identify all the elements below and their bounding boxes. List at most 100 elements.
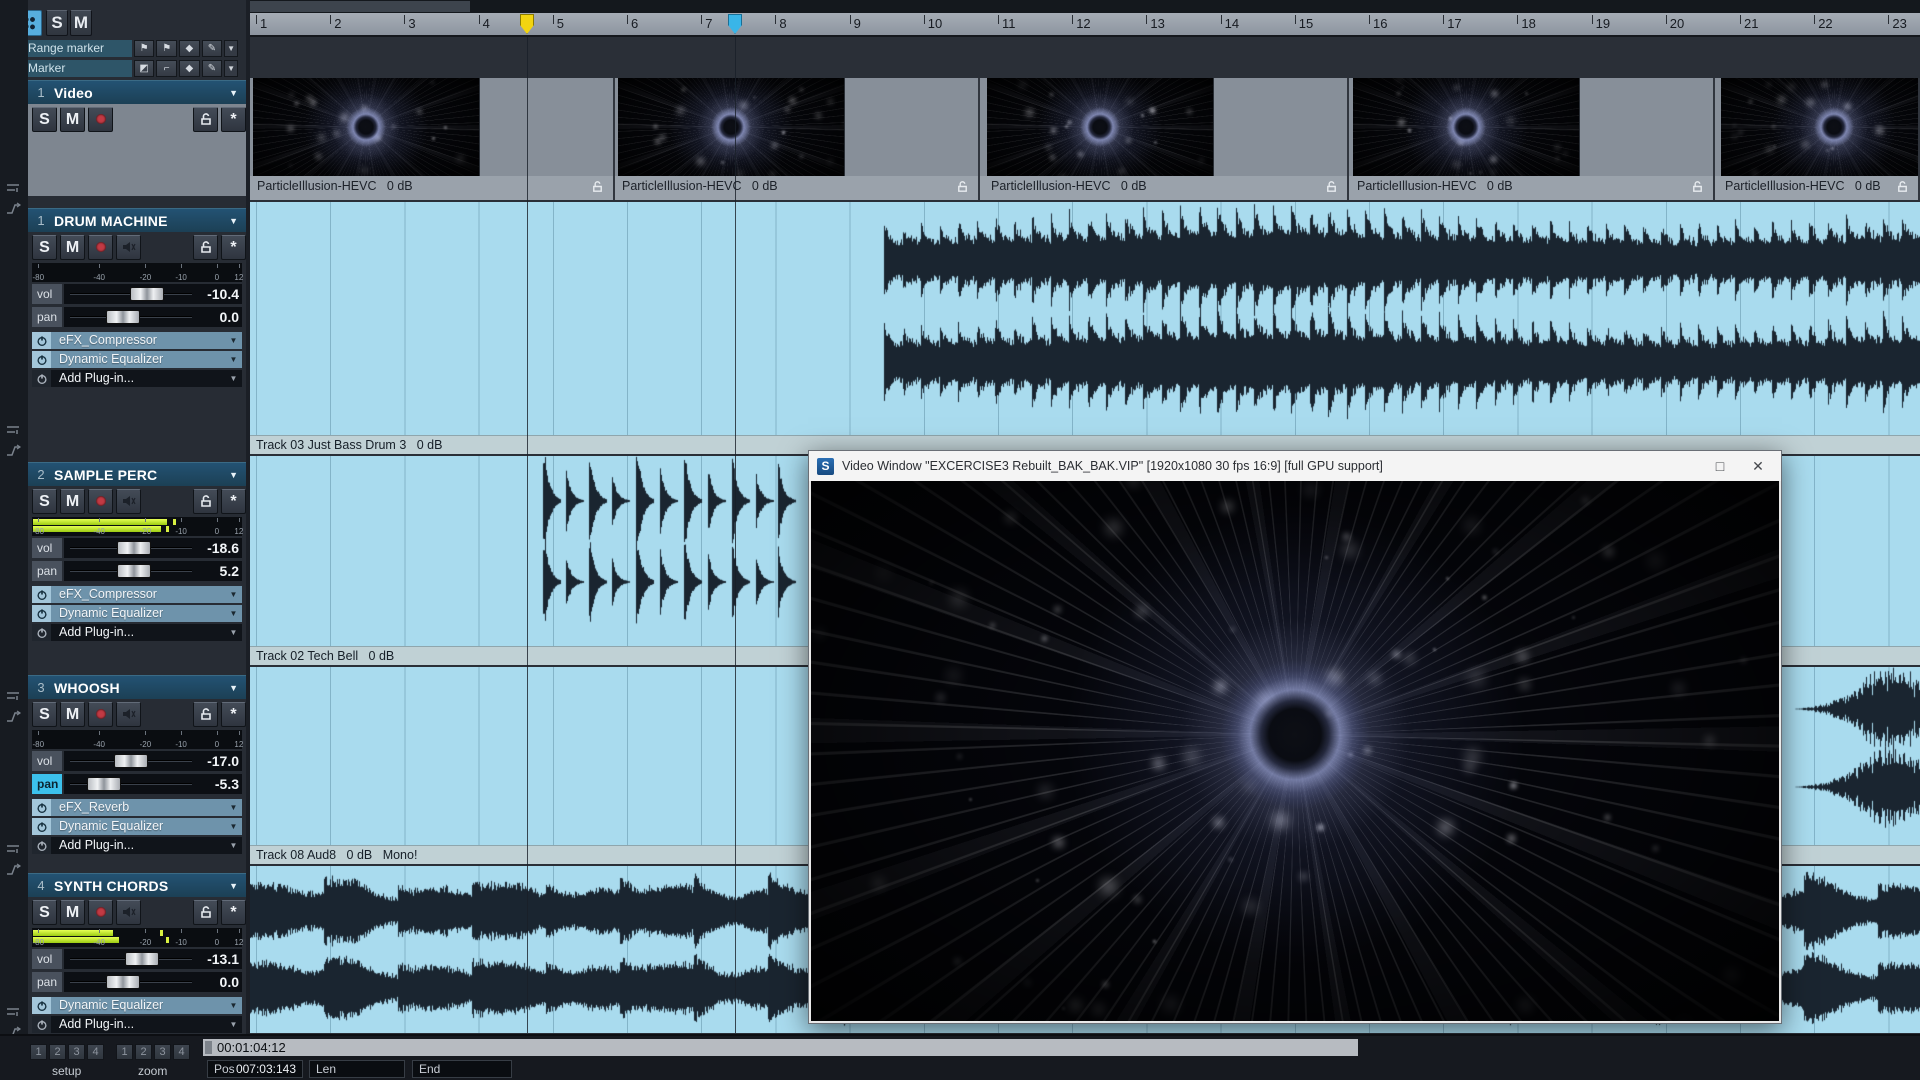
plugin-slot[interactable]: eFX_Compressor ▼ bbox=[32, 332, 242, 349]
volume-slider-handle[interactable] bbox=[117, 541, 151, 555]
volume-slider[interactable] bbox=[64, 751, 198, 771]
preset-button-2[interactable]: 2 bbox=[49, 1044, 66, 1060]
global-mute-button[interactable]: M bbox=[70, 10, 92, 36]
track-dropdown-icon[interactable]: ▼ bbox=[229, 683, 246, 693]
track-flow-icon[interactable] bbox=[6, 710, 22, 724]
volume-slider[interactable] bbox=[64, 949, 198, 969]
record-button[interactable] bbox=[88, 702, 113, 727]
volume-slider[interactable] bbox=[64, 538, 198, 558]
clip-lock-icon[interactable] bbox=[1325, 179, 1339, 195]
plugin-dropdown-icon[interactable]: ▼ bbox=[225, 818, 242, 835]
preset-button-3[interactable]: 3 bbox=[68, 1044, 85, 1060]
volume-slider-handle[interactable] bbox=[125, 952, 159, 966]
plugin-slot[interactable]: eFX_Reverb ▼ bbox=[32, 799, 242, 816]
record-button[interactable] bbox=[88, 489, 113, 514]
pan-slider-handle[interactable] bbox=[106, 975, 140, 989]
track-dropdown-icon[interactable]: ▼ bbox=[229, 470, 246, 480]
plugin-dropdown-icon[interactable]: ▼ bbox=[225, 837, 242, 854]
lock-button[interactable] bbox=[193, 900, 218, 925]
preset-button-4[interactable]: 4 bbox=[173, 1044, 190, 1060]
length-field[interactable]: Len bbox=[309, 1060, 405, 1078]
track-title-bar[interactable]: 4 SYNTH CHORDS ▼ bbox=[28, 873, 246, 897]
plugin-power-icon[interactable] bbox=[32, 799, 51, 816]
video-clip[interactable]: ParticleIllusion-HEVC 0 dB bbox=[618, 78, 980, 200]
track-title-bar[interactable]: 2 SAMPLE PERC ▼ bbox=[28, 462, 246, 486]
track-dropdown-icon[interactable]: ▼ bbox=[229, 216, 246, 226]
marker-dropdown-icon[interactable]: ▼ bbox=[224, 60, 238, 77]
plugin-slot[interactable]: Add Plug-in... ▼ bbox=[32, 1016, 242, 1033]
fx-star-button[interactable]: * bbox=[221, 235, 246, 260]
preset-button-1[interactable]: 1 bbox=[30, 1044, 47, 1060]
pan-slider-handle[interactable] bbox=[117, 564, 151, 578]
video-track-title-bar[interactable]: 1 Video ▼ bbox=[28, 80, 246, 104]
lock-button[interactable] bbox=[193, 107, 218, 132]
plugin-power-icon[interactable] bbox=[32, 1016, 51, 1033]
mute-button[interactable]: M bbox=[60, 235, 85, 260]
lock-button[interactable] bbox=[193, 235, 218, 260]
volume-slider[interactable] bbox=[64, 284, 198, 304]
video-clip[interactable]: ParticleIllusion-HEVC 0 dB bbox=[253, 78, 615, 200]
plugin-dropdown-icon[interactable]: ▼ bbox=[225, 351, 242, 368]
solo-button[interactable]: S bbox=[32, 702, 57, 727]
plugin-slot[interactable]: Dynamic Equalizer ▼ bbox=[32, 818, 242, 835]
range-marker-icon-2[interactable]: ⚑ bbox=[156, 40, 177, 57]
track-flow-icon[interactable] bbox=[6, 202, 22, 216]
marker-label[interactable]: Marker bbox=[22, 60, 132, 77]
plugin-dropdown-icon[interactable]: ▼ bbox=[225, 997, 242, 1014]
plugin-dropdown-icon[interactable]: ▼ bbox=[225, 586, 242, 603]
plugin-power-icon[interactable] bbox=[32, 837, 51, 854]
monitor-button[interactable] bbox=[116, 900, 141, 925]
track-dropdown-icon[interactable]: ▼ bbox=[229, 881, 246, 891]
marker-icon-4[interactable]: ✎ bbox=[202, 60, 223, 77]
playhead-line-cyan[interactable] bbox=[735, 37, 736, 1033]
mute-button[interactable]: M bbox=[60, 489, 85, 514]
volume-slider-handle[interactable] bbox=[114, 754, 148, 768]
fx-star-button[interactable]: * bbox=[221, 107, 246, 132]
timeline-ruler[interactable]: # ▼ 123456789101112131415161718192021222… bbox=[250, 13, 1920, 37]
video-lane[interactable]: ParticleIllusion-HEVC 0 dB ParticleIllus… bbox=[250, 78, 1920, 200]
position-field[interactable]: Pos 007:03:143 bbox=[207, 1060, 303, 1078]
plugin-power-icon[interactable] bbox=[32, 605, 51, 622]
solo-button[interactable]: S bbox=[32, 900, 57, 925]
lock-button[interactable] bbox=[193, 489, 218, 514]
solo-button[interactable]: S bbox=[32, 235, 57, 260]
plugin-power-icon[interactable] bbox=[32, 332, 51, 349]
track-title-bar[interactable]: 1 DRUM MACHINE ▼ bbox=[28, 208, 246, 232]
preset-button-3[interactable]: 3 bbox=[154, 1044, 171, 1060]
marker-icon-3[interactable]: ◆ bbox=[179, 60, 200, 77]
timeline-scrollbar[interactable]: 00:01:04:12 bbox=[203, 1039, 1358, 1056]
video-window-title-bar[interactable]: S Video Window "EXCERCISE3 Rebuilt_BAK_B… bbox=[809, 451, 1781, 481]
plugin-power-icon[interactable] bbox=[32, 370, 51, 387]
preset-button-2[interactable]: 2 bbox=[135, 1044, 152, 1060]
range-marker-icon-1[interactable]: ⚑ bbox=[134, 40, 155, 57]
clip-lock-icon[interactable] bbox=[1896, 179, 1910, 195]
plugin-slot[interactable]: Add Plug-in... ▼ bbox=[32, 837, 242, 854]
monitor-button[interactable] bbox=[116, 489, 141, 514]
plugin-slot[interactable]: Add Plug-in... ▼ bbox=[32, 624, 242, 641]
end-field[interactable]: End bbox=[412, 1060, 512, 1078]
plugin-slot[interactable]: Dynamic Equalizer ▼ bbox=[32, 997, 242, 1014]
mute-button[interactable]: M bbox=[60, 107, 85, 132]
playhead-line-yellow[interactable] bbox=[527, 37, 528, 1033]
plugin-dropdown-icon[interactable]: ▼ bbox=[225, 332, 242, 349]
monitor-button[interactable] bbox=[116, 702, 141, 727]
track-link-icon[interactable] bbox=[6, 1006, 22, 1020]
marker-icon-2[interactable]: ⌐ bbox=[156, 60, 177, 77]
record-button[interactable] bbox=[88, 235, 113, 260]
solo-button[interactable]: S bbox=[32, 107, 57, 132]
track-flow-icon[interactable] bbox=[6, 444, 22, 458]
range-marker-icon-3[interactable]: ◆ bbox=[179, 40, 200, 57]
track-link-icon[interactable] bbox=[6, 424, 22, 438]
track-link-icon[interactable] bbox=[6, 182, 22, 196]
plugin-slot[interactable]: Add Plug-in... ▼ bbox=[32, 370, 242, 387]
fx-star-button[interactable]: * bbox=[221, 489, 246, 514]
video-clip[interactable]: ParticleIllusion-HEVC 0 dB bbox=[1721, 78, 1920, 200]
video-clip[interactable]: ParticleIllusion-HEVC 0 dB bbox=[987, 78, 1349, 200]
plugin-slot[interactable]: eFX_Compressor ▼ bbox=[32, 586, 242, 603]
pan-slider-handle[interactable] bbox=[87, 777, 121, 791]
pan-slider[interactable] bbox=[64, 972, 198, 992]
plugin-slot[interactable]: Dynamic Equalizer ▼ bbox=[32, 351, 242, 368]
mute-button[interactable]: M bbox=[60, 900, 85, 925]
video-clip[interactable]: ParticleIllusion-HEVC 0 dB bbox=[1353, 78, 1715, 200]
plugin-power-icon[interactable] bbox=[32, 624, 51, 641]
